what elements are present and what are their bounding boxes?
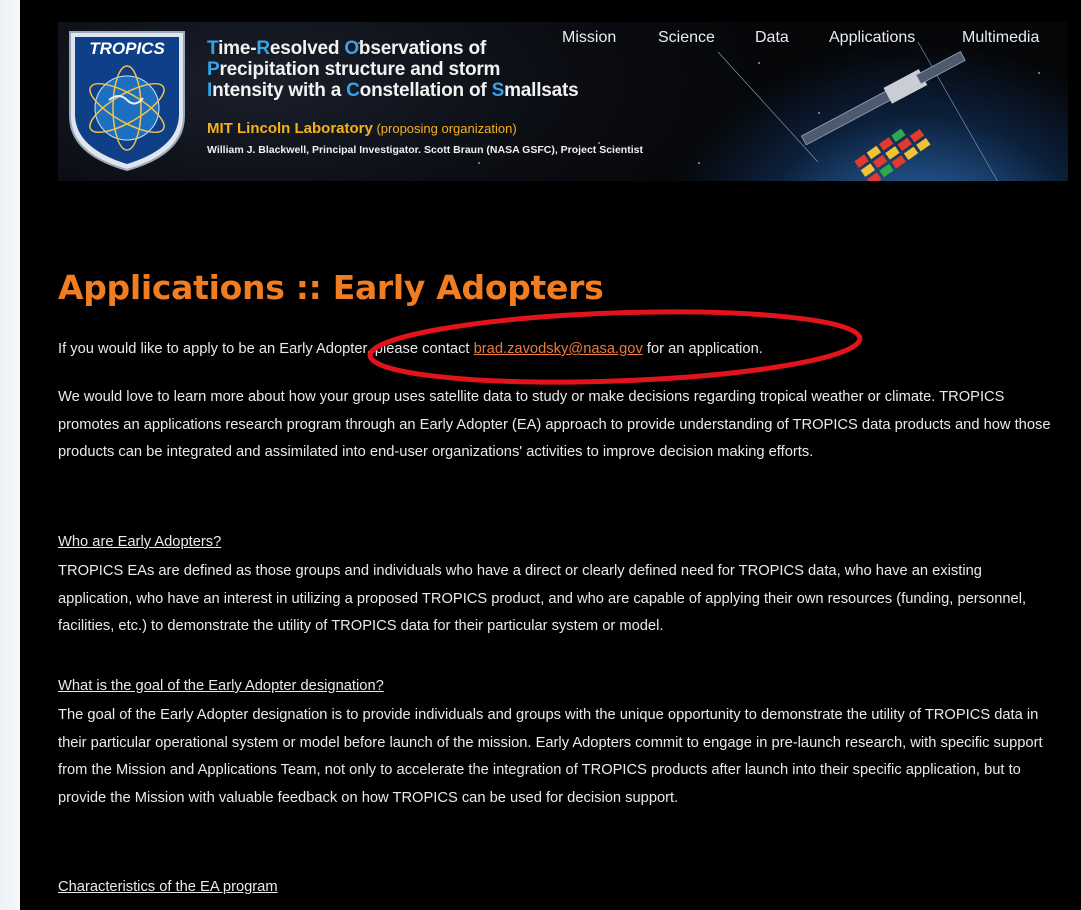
lab-role: (proposing organization) xyxy=(372,121,517,136)
section-title-who: Who are Early Adopters? xyxy=(58,534,222,550)
title-line: Precipitation structure and storm xyxy=(207,59,727,80)
satellite-illustration xyxy=(717,42,998,181)
title-capital-letter: P xyxy=(207,59,220,80)
nav-applications[interactable]: Applications xyxy=(829,29,915,47)
organization-line: MIT Lincoln Laboratory (proposing organi… xyxy=(207,120,517,138)
window-left-edge xyxy=(0,0,20,910)
nav-data[interactable]: Data xyxy=(755,29,789,47)
section-title-goal: What is the goal of the Early Adopter de… xyxy=(58,678,384,694)
section-body-goal: The goal of the Early Adopter designatio… xyxy=(58,707,1043,806)
investigators-line: William J. Blackwell, Principal Investig… xyxy=(207,144,643,156)
nav-science[interactable]: Science xyxy=(658,29,715,47)
page-title: Applications :: Early Adopters xyxy=(58,268,604,307)
lab-name: MIT Lincoln Laboratory xyxy=(207,120,373,137)
title-line: Intensity with a Constellation of Smalls… xyxy=(207,80,727,101)
title-word-rest: recipitation structure and storm xyxy=(219,59,501,80)
title-word-rest: onstellation of xyxy=(359,80,492,101)
site-banner: TROPICS Time-Resolved Observations of Pr… xyxy=(58,22,1068,181)
section-body-who: TROPICS EAs are defined as those groups … xyxy=(58,563,1027,634)
main-nav: Mission Science Data Applications Multim… xyxy=(58,29,1068,49)
title-capital-letter: S xyxy=(491,80,505,101)
section-title-characteristics: Characteristics of the EA program xyxy=(58,879,278,895)
annotation-ellipse xyxy=(367,309,863,385)
title-capital-letter: C xyxy=(346,80,360,101)
title-word-rest: ntensity with a xyxy=(212,80,347,101)
title-word-rest: mallsats xyxy=(504,80,579,101)
nav-multimedia[interactable]: Multimedia xyxy=(962,29,1039,47)
intro-paragraph: We would love to learn more about how yo… xyxy=(58,389,1051,460)
nav-mission[interactable]: Mission xyxy=(562,29,616,47)
